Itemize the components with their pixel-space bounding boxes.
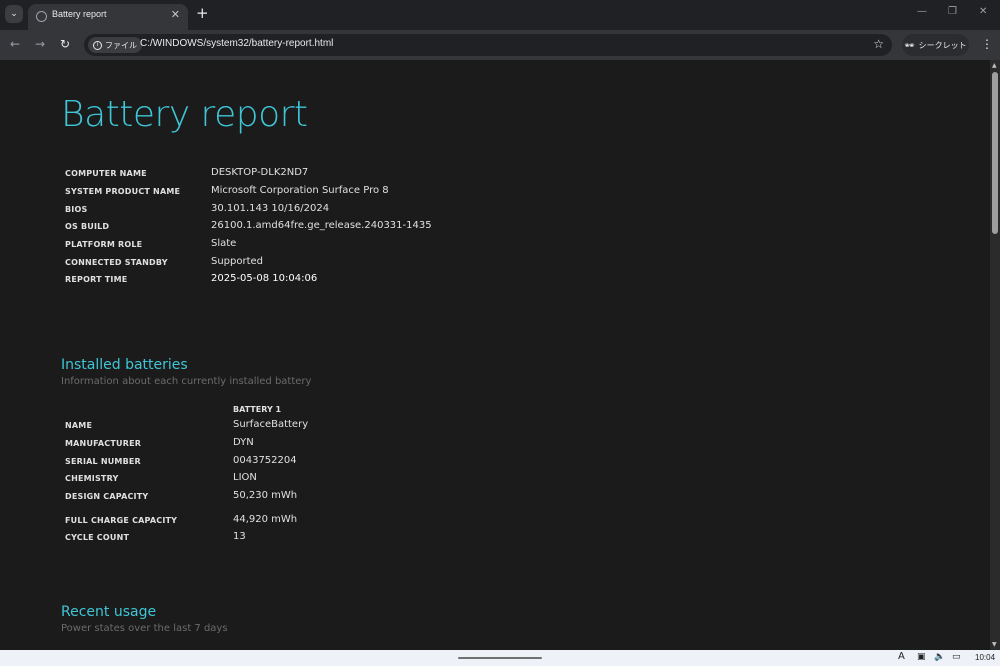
- battery-key: SERIAL NUMBER: [65, 457, 141, 466]
- info-icon: i: [93, 40, 102, 50]
- incognito-label: シークレット: [918, 40, 967, 50]
- network-icon[interactable]: ▣: [917, 652, 926, 662]
- info-row-system-product-name: SYSTEM PRODUCT NAME Microsoft Corporatio…: [65, 185, 665, 203]
- scroll-down-icon[interactable]: ▼: [992, 641, 997, 648]
- battery-key: MANUFACTURER: [65, 439, 142, 448]
- back-arrow-icon[interactable]: ←: [10, 37, 20, 51]
- page-title: Battery report: [61, 94, 308, 135]
- info-row-bios: BIOS 30.101.143 10/16/2024: [65, 203, 665, 221]
- battery-value: 0043752204: [233, 455, 297, 466]
- info-key: REPORT TIME: [65, 275, 128, 284]
- info-key: BIOS: [65, 205, 88, 214]
- section-subtitle: Information about each currently install…: [61, 376, 312, 387]
- info-key: SYSTEM PRODUCT NAME: [65, 187, 181, 196]
- tab-battery-report[interactable]: Battery report ✕: [28, 4, 188, 30]
- battery-key: DESIGN CAPACITY: [65, 492, 149, 501]
- scrollbar-thumb[interactable]: [992, 72, 998, 234]
- tab-bar: ⌄ Battery report ✕ + — ❐ ✕: [0, 0, 1000, 30]
- info-key: CONNECTED STANDBY: [65, 258, 168, 267]
- incognito-icon: 🕶: [904, 40, 915, 50]
- reload-icon[interactable]: ↻: [60, 37, 70, 51]
- tab-list-button[interactable]: ⌄: [5, 5, 23, 23]
- battery-row-serial-number: SERIAL NUMBER 0043752204: [65, 455, 665, 473]
- site-info-chip[interactable]: i ファイル: [88, 37, 142, 53]
- minimize-icon[interactable]: —: [917, 6, 927, 17]
- info-key: PLATFORM ROLE: [65, 240, 143, 249]
- restore-icon[interactable]: ❐: [948, 6, 957, 17]
- battery-key: CHEMISTRY: [65, 474, 119, 483]
- kebab-menu-icon[interactable]: ⋮: [981, 37, 993, 51]
- speaker-icon[interactable]: 🔈: [934, 652, 945, 662]
- info-row-os-build: OS BUILD 26100.1.amd64fre.ge_release.240…: [65, 220, 665, 238]
- forward-arrow-icon[interactable]: →: [35, 37, 45, 51]
- taskbar-clock[interactable]: 10:04: [975, 653, 995, 662]
- browser-toolbar: ← → ↻ i ファイル C:/WINDOWS/system32/battery…: [0, 30, 1000, 60]
- info-value: 26100.1.amd64fre.ge_release.240331-1435: [211, 220, 432, 231]
- address-bar[interactable]: i ファイル C:/WINDOWS/system32/battery-repor…: [84, 34, 892, 56]
- battery-row-name: NAME SurfaceBattery: [65, 419, 665, 437]
- battery-row-design-capacity: DESIGN CAPACITY 50,230 mWh: [65, 490, 665, 508]
- battery-column-header: BATTERY 1: [233, 405, 282, 414]
- bookmark-star-icon[interactable]: ☆: [873, 37, 884, 51]
- info-value: Microsoft Corporation Surface Pro 8: [211, 185, 389, 196]
- taskbar: A ▣ 🔈 ▭ 10:04: [0, 650, 1000, 666]
- battery-row-manufacturer: MANUFACTURER DYN: [65, 437, 665, 455]
- info-key: OS BUILD: [65, 222, 110, 231]
- section-title-recent-usage: Recent usage: [61, 604, 157, 620]
- input-method-icon[interactable]: A: [898, 651, 905, 662]
- battery-key: CYCLE COUNT: [65, 533, 130, 542]
- battery-key: FULL CHARGE CAPACITY: [65, 516, 178, 525]
- info-row-platform-role: PLATFORM ROLE Slate: [65, 238, 665, 256]
- incognito-badge[interactable]: 🕶 シークレット: [902, 34, 969, 56]
- info-value: 30.101.143 10/16/2024: [211, 203, 330, 214]
- vertical-scrollbar[interactable]: ▲ ▼: [990, 60, 1000, 650]
- section-title-installed-batteries: Installed batteries: [61, 357, 188, 373]
- info-row-report-time: REPORT TIME 2025-05-08 10:04:06: [65, 273, 665, 291]
- info-value: 2025-05-08 10:04:06: [211, 273, 318, 284]
- battery-row-chemistry: CHEMISTRY LION: [65, 472, 665, 490]
- battery-value: 13: [233, 531, 246, 542]
- battery-value: SurfaceBattery: [233, 419, 309, 430]
- info-value: Slate: [211, 238, 237, 249]
- site-chip-label: ファイル: [105, 40, 137, 50]
- battery-value: LION: [233, 472, 257, 483]
- battery-key: NAME: [65, 421, 93, 430]
- section-subtitle: Power states over the last 7 days: [61, 623, 228, 634]
- tab-title: Battery report: [52, 9, 107, 19]
- battery-icon[interactable]: ▭: [952, 652, 961, 662]
- url-text[interactable]: C:/WINDOWS/system32/battery-report.html: [140, 38, 333, 49]
- window-close-icon[interactable]: ✕: [979, 6, 987, 17]
- battery-row-cycle-count: CYCLE COUNT 13: [65, 531, 665, 549]
- taskbar-handle[interactable]: [458, 657, 542, 659]
- globe-icon: [36, 11, 47, 22]
- battery-value: 44,920 mWh: [233, 514, 298, 525]
- info-value: DESKTOP-DLK2ND7: [211, 167, 309, 178]
- info-key: COMPUTER NAME: [65, 169, 147, 178]
- report-page: Battery report COMPUTER NAME DESKTOP-DLK…: [0, 60, 990, 650]
- new-tab-button[interactable]: +: [196, 4, 209, 22]
- battery-row-full-charge-capacity: FULL CHARGE CAPACITY 44,920 mWh: [65, 514, 665, 532]
- battery-value: 50,230 mWh: [233, 490, 298, 501]
- info-value: Supported: [211, 256, 264, 267]
- close-icon[interactable]: ✕: [171, 8, 180, 21]
- info-row-computer-name: COMPUTER NAME DESKTOP-DLK2ND7: [65, 167, 665, 185]
- battery-value: DYN: [233, 437, 254, 448]
- scroll-up-icon[interactable]: ▲: [992, 62, 997, 69]
- info-row-connected-standby: CONNECTED STANDBY Supported: [65, 256, 665, 274]
